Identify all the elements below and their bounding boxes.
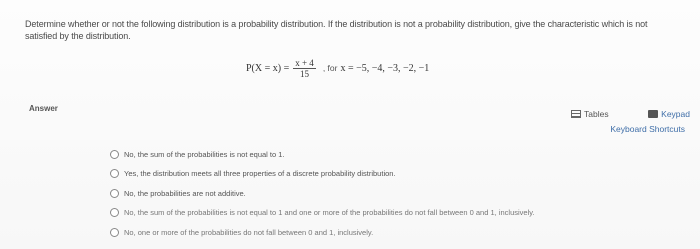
answer-tools: Tables Keypad Keyboard Shortcuts: [565, 109, 690, 134]
tables-button-label: Tables: [584, 109, 609, 119]
radio-button[interactable]: [110, 208, 119, 217]
answer-option[interactable]: No, one or more of the probabilities do …: [110, 225, 535, 239]
probability-formula: P(X = x) = x + 4 15 , for x = −5, −4, −3…: [246, 55, 429, 81]
tool-row: Tables Keypad: [565, 109, 690, 119]
question-text: Determine whether or not the following d…: [25, 19, 648, 41]
answer-option[interactable]: Yes, the distribution meets all three pr…: [110, 167, 535, 181]
keypad-icon: [648, 110, 659, 118]
answer-option-text: No, the sum of the probabilities is not …: [124, 208, 535, 217]
answer-option-text: No, the sum of the probabilities is not …: [124, 149, 285, 159]
answer-option-text: No, the probabilities are not additive.: [124, 188, 246, 198]
formula-fraction: x + 4 15: [293, 58, 316, 79]
answer-option[interactable]: No, the sum of the probabilities is not …: [110, 147, 535, 161]
answer-option[interactable]: No, the probabilities are not additive.: [110, 186, 535, 200]
radio-button[interactable]: [110, 188, 119, 198]
radio-button[interactable]: [110, 169, 119, 178]
formula-denominator: 15: [300, 68, 310, 79]
radio-button[interactable]: [110, 227, 119, 237]
question-panel: Determine whether or not the following d…: [0, 0, 700, 249]
answer-options: No, the sum of the probabilities is not …: [110, 147, 535, 245]
keypad-button-label: Keypad: [661, 109, 690, 119]
answer-option[interactable]: No, the sum of the probabilities is not …: [110, 206, 535, 220]
tables-button[interactable]: Tables: [571, 109, 609, 119]
keyboard-shortcuts-link[interactable]: Keyboard Shortcuts: [565, 124, 690, 134]
formula-numerator: x + 4: [293, 57, 316, 69]
formula-lhs: P(X = x) =: [246, 62, 290, 74]
answer-option-text: No, one or more of the probabilities do …: [124, 227, 374, 237]
formula-condition-values: x = −5, −4, −3, −2, −1: [340, 62, 430, 74]
answer-label: Answer: [29, 104, 58, 113]
keypad-button[interactable]: Keypad: [648, 109, 690, 119]
formula-condition-prefix: , for: [322, 63, 338, 73]
radio-button[interactable]: [110, 149, 119, 159]
table-icon: [571, 110, 581, 118]
answer-option-text: Yes, the distribution meets all three pr…: [124, 169, 396, 178]
